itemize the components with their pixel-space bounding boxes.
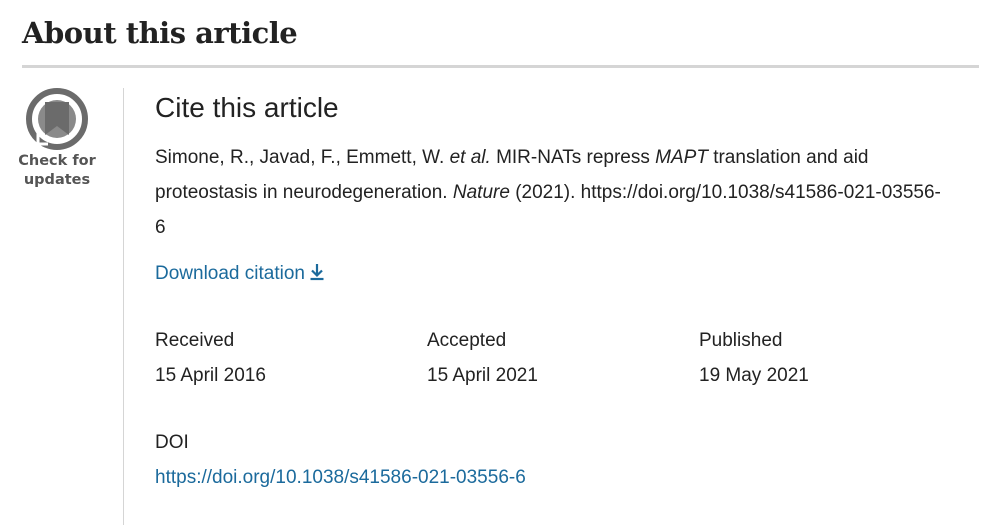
section-divider [22,65,979,68]
doi-link[interactable]: https://doi.org/10.1038/s41586-021-03556… [155,460,526,495]
citation-journal: Nature [452,182,510,203]
date-label: Accepted [427,330,507,351]
date-published: Published 19 May 2021 [699,323,809,393]
doi-label: DOI [155,432,189,453]
date-accepted: Accepted 15 April 2021 [427,323,538,393]
citation-authors: Simone, R., Javad, F., Emmett, W. [155,147,445,168]
date-value: 15 April 2021 [427,365,538,386]
check-for-updates-icon [26,88,88,150]
date-value: 19 May 2021 [699,365,809,386]
section-title: About this article [22,16,298,50]
article-info: Cite this article Simone, R., Javad, F.,… [155,90,955,488]
date-label: Published [699,330,783,351]
check-for-updates-button[interactable]: Check for updates [18,88,96,190]
date-value: 15 April 2016 [155,365,266,386]
citation-gene: MAPT [655,147,708,168]
download-citation-link[interactable]: Download citation [155,263,325,285]
article-dates: Received 15 April 2016 Accepted 15 April… [155,323,955,386]
citation-text: Simone, R., Javad, F., Emmett, W. et al.… [155,140,945,245]
date-received: Received 15 April 2016 [155,323,266,393]
citation-year: (2021). [515,182,576,203]
date-label: Received [155,330,235,351]
citation-et-al: et al. [449,147,491,168]
cite-heading: Cite this article [155,92,339,123]
doi-block: DOI https://doi.org/10.1038/s41586-021-0… [155,425,526,495]
download-citation-label: Download citation [155,263,305,284]
download-icon [310,264,324,281]
vertical-divider [123,88,124,525]
citation-title-part1: MIR-NATs repress [496,147,650,168]
badge-label-line1: Check for [18,153,96,169]
badge-label-line2: updates [23,172,91,188]
